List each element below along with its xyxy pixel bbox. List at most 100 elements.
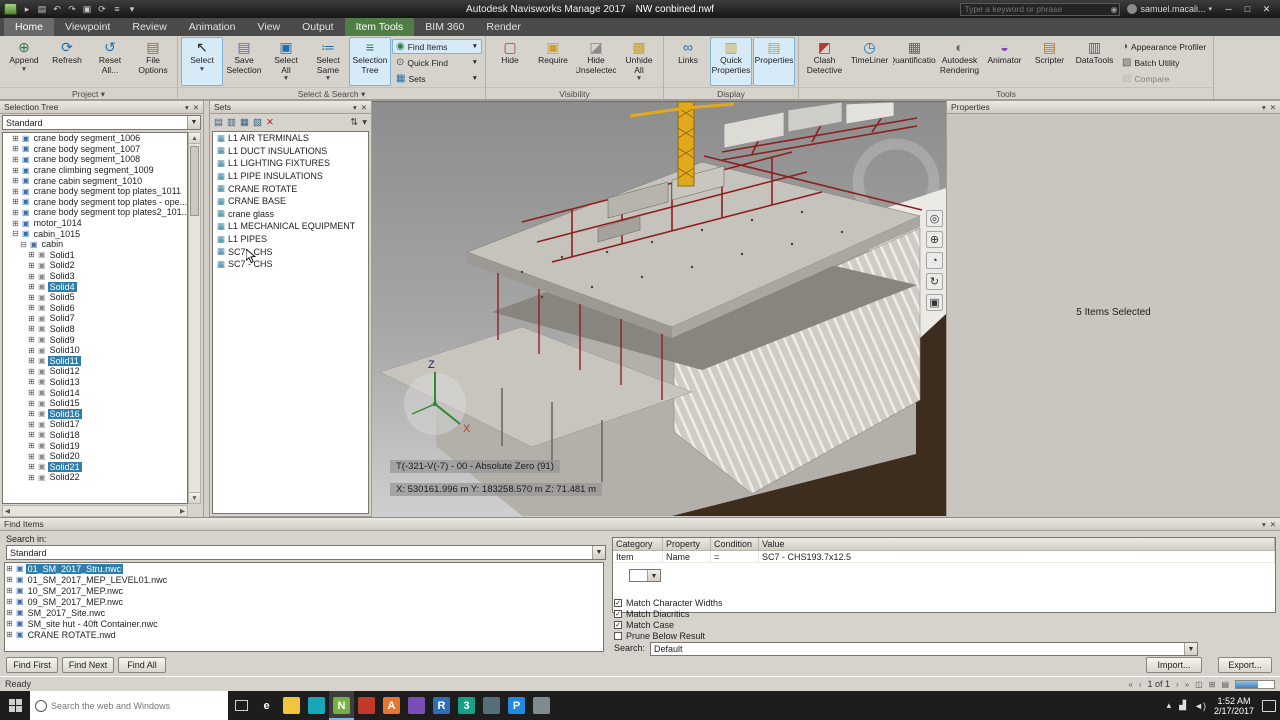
tree-expander-icon[interactable]: ⊞ (27, 377, 36, 386)
ribbon-small-button[interactable]: ⊙ Quick Find ▼ (392, 55, 482, 70)
tree-expander-icon[interactable]: ⊞ (27, 303, 36, 312)
prev-sheet-icon[interactable]: ‹ (1139, 680, 1142, 689)
sheet-browser-icon[interactable]: ◫ (1195, 680, 1203, 689)
taskbar-app-icon[interactable] (279, 691, 304, 720)
set-item[interactable]: ▦ L1 DUCT INSULATIONS (213, 145, 368, 158)
taskbar-app-icon[interactable]: e (254, 691, 279, 720)
ribbon-button[interactable]: ◪ Hide Unselected ▼ (575, 37, 617, 86)
taskbar-clock[interactable]: 1:52 AM 2/17/2017 (1214, 696, 1254, 716)
tree-item[interactable]: ⊞ ▣ Solid20 (3, 451, 187, 462)
ribbon-tab[interactable]: Home (4, 18, 54, 36)
qat-icon[interactable]: ↷ (66, 4, 78, 15)
taskbar-app-icon[interactable]: 3 (454, 691, 479, 720)
tree-item[interactable]: ⊞ ▣ crane body segment_1006 (3, 133, 187, 144)
set-item[interactable]: ▦ CRANE ROTATE (213, 182, 368, 195)
navigation-tool-icon[interactable]: ↻ (926, 273, 943, 290)
taskbar-app-icon[interactable] (354, 691, 379, 720)
sets-sort-icon[interactable]: ⇅ (350, 117, 358, 128)
tree-expander-icon[interactable]: ⊞ (27, 272, 36, 281)
chevron-down-icon[interactable]: ▼ (592, 546, 605, 559)
taskbar-app-icon[interactable] (304, 691, 329, 720)
set-item[interactable]: ▦ L1 PIPE INSULATIONS (213, 170, 368, 183)
sets-toolbar-icon[interactable]: ✕ (266, 117, 274, 128)
taskbar-search-input[interactable] (51, 701, 223, 711)
tree-expander-icon[interactable]: ⊞ (27, 420, 36, 429)
selection-tree-list[interactable]: ⊞ ▣ crane body segment_1006 ⊞ ▣ crane bo… (2, 132, 188, 504)
maximize-button[interactable]: □ (1238, 4, 1257, 15)
qat-icon[interactable]: ↶ (51, 4, 63, 15)
sets-list[interactable]: ▦ L1 AIR TERMINALS ▦ L1 DUCT INSULATIONS… (212, 131, 369, 514)
tree-item[interactable]: ⊞ ▣ Solid1 (3, 250, 187, 261)
export-button[interactable]: Export... (1218, 657, 1272, 673)
column-header[interactable]: Property (663, 538, 711, 550)
tree-expander-icon[interactable]: ⊞ (27, 324, 36, 333)
tree-item[interactable]: ⊞ ▣ Solid2 (3, 260, 187, 271)
ribbon-small-button[interactable]: ◑ Appearance Profiler (1118, 39, 1210, 54)
sets-toolbar-icon[interactable]: ▧ (253, 117, 262, 128)
scroll-left-icon[interactable]: ◀ (5, 507, 10, 515)
taskbar-app-icon[interactable]: R (429, 691, 454, 720)
tree-item[interactable]: ⊟ ▣ cabin (3, 239, 187, 250)
tree-item[interactable]: ⊞ ▣ Solid10 (3, 345, 187, 356)
sets-toolbar-icon[interactable]: ▦ (240, 117, 249, 128)
panel-menu-icon[interactable]: ▾ (353, 103, 357, 112)
tree-expander-icon[interactable]: ⊞ (27, 441, 36, 450)
set-item[interactable]: ▦ SC7 - CHS (213, 258, 368, 271)
tree-item[interactable]: ⊞ ▣ Solid7 (3, 313, 187, 324)
ribbon-button[interactable]: ▥ DataTools (1072, 37, 1117, 86)
ribbon-tab[interactable]: View (247, 18, 292, 36)
ribbon-button[interactable]: ▤ Properties ▼ (753, 37, 795, 86)
tree-expander-icon[interactable]: ⊞ (11, 155, 20, 164)
tree-expander-icon[interactable]: ⊞ (27, 346, 36, 355)
import-button[interactable]: Import... (1146, 657, 1202, 673)
tree-expander-icon[interactable]: ⊞ (27, 250, 36, 259)
tree-expander-icon[interactable]: ⊞ (11, 219, 20, 228)
ribbon-button[interactable]: ⊕ Append ▼ (3, 37, 45, 86)
ribbon-button[interactable]: ⟳ Refresh ▼ (46, 37, 88, 86)
scroll-down-icon[interactable]: ▼ (189, 492, 200, 503)
tree-item[interactable]: ⊞ ▣ Solid11 (3, 355, 187, 366)
tree-expander-icon[interactable]: ⊞ (5, 608, 14, 617)
ribbon-button[interactable]: ▤ File Options ▼ (132, 37, 174, 86)
sets-toolbar-icon[interactable]: ▥ (227, 117, 236, 128)
qat-icon[interactable]: ≡ (111, 4, 123, 15)
chevron-down-icon[interactable]: ▼ (187, 116, 200, 129)
ribbon-button[interactable]: ◒ Animator (982, 37, 1027, 86)
find-files-list[interactable]: ⊞ ▣ 01_SM_2017_Stru.nwc ⊞ ▣ 01_SM_2017_M… (4, 562, 604, 652)
ribbon-small-button[interactable]: ▨ Compare (1118, 71, 1210, 86)
checkbox[interactable]: ✓ (614, 610, 622, 618)
ribbon-button[interactable]: ▩ Unhide All ▼ (618, 37, 660, 86)
qat-icon[interactable]: ▣ (81, 4, 93, 15)
hidden-icons-chevron[interactable]: ▴ (1167, 700, 1172, 711)
chevron-down-icon[interactable]: ▼ (1184, 643, 1197, 655)
close-icon[interactable]: ✕ (361, 103, 367, 112)
app-icon[interactable] (4, 3, 17, 15)
tree-expander-icon[interactable]: ⊞ (27, 452, 36, 461)
file-item[interactable]: ⊞ ▣ SM_site hut - 40ft Container.nwc (5, 618, 603, 629)
tree-expander-icon[interactable]: ⊞ (11, 208, 20, 217)
tree-item[interactable]: ⊞ ▣ Solid6 (3, 303, 187, 314)
multisheet-icon[interactable]: ⊞ (1209, 680, 1216, 689)
sets-toolbar-icon[interactable]: ▤ (214, 117, 223, 128)
ribbon-tab[interactable]: Viewpoint (54, 18, 121, 36)
panel-menu-icon[interactable]: ▾ (1262, 103, 1266, 112)
tree-item[interactable]: ⊞ ▣ Solid4 (3, 281, 187, 292)
tree-expander-icon[interactable]: ⊞ (27, 430, 36, 439)
ribbon-tab[interactable]: BIM 360 (414, 18, 475, 36)
ribbon-small-button[interactable]: ▧ Batch Utility (1118, 55, 1210, 70)
network-icon[interactable]: ▟ (1179, 700, 1186, 711)
ribbon-small-button[interactable]: ◉ Find Items ▼ (392, 39, 482, 54)
tree-expander-icon[interactable]: ⊞ (27, 367, 36, 376)
tree-expander-icon[interactable]: ⊞ (27, 356, 36, 365)
tree-item[interactable]: ⊞ ▣ Solid19 (3, 440, 187, 451)
tree-item[interactable]: ⊞ ▣ crane body segment_1008 (3, 154, 187, 165)
tree-expander-icon[interactable]: ⊞ (27, 261, 36, 270)
find-first-button[interactable]: Find First (6, 657, 58, 673)
tree-expander-icon[interactable]: ⊞ (27, 282, 36, 291)
tree-expander-icon[interactable]: ⊞ (27, 335, 36, 344)
find-all-button[interactable]: Find All (118, 657, 166, 673)
tree-expander-icon[interactable]: ⊟ (19, 240, 28, 249)
ribbon-group-label[interactable]: Project ▾ (0, 87, 177, 99)
set-item[interactable]: ▦ L1 MECHANICAL EQUIPMENT (213, 220, 368, 233)
ribbon-tab[interactable]: Render (475, 18, 531, 36)
